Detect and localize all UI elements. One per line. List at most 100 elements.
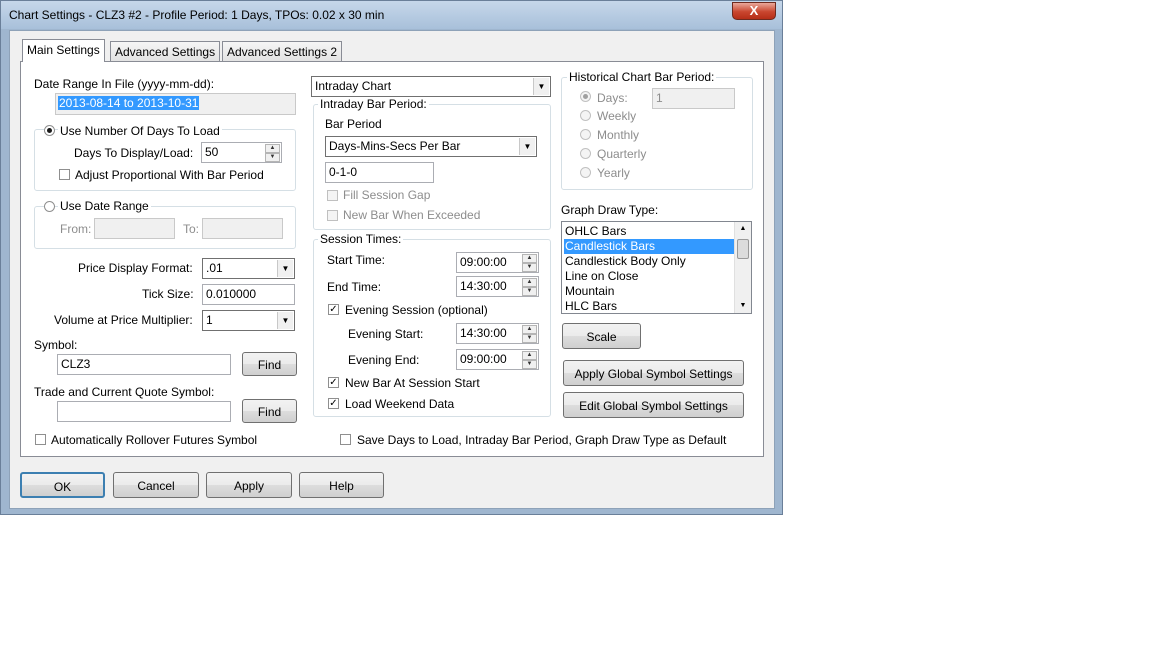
bar-period-input[interactable]: 0-1-0 (325, 162, 434, 183)
chevron-down-icon: ▼ (277, 260, 293, 277)
new-bar-session-start-label: New Bar At Session Start (345, 376, 480, 390)
scale-button[interactable]: Scale (562, 323, 641, 349)
use-days-radio[interactable] (44, 125, 55, 136)
historical-monthly-radio[interactable] (580, 129, 591, 140)
date-range-field[interactable]: 2013-08-14 to 2013-10-31 (55, 93, 296, 115)
adjust-proportional-label: Adjust Proportional With Bar Period (75, 168, 264, 182)
spin-up-icon[interactable]: ▲ (522, 278, 537, 287)
spin-up-icon[interactable]: ▲ (265, 144, 280, 153)
to-label: To: (183, 222, 200, 236)
end-time-input[interactable]: 14:30:00 ▲ ▼ (456, 276, 539, 297)
evening-start-input[interactable]: 14:30:00 ▲ ▼ (456, 323, 539, 344)
use-days-label: Use Number Of Days To Load (58, 124, 222, 138)
list-item[interactable]: OHLC Bars (564, 224, 737, 239)
scroll-down-icon[interactable]: ▼ (735, 299, 751, 313)
bar-period-type-select[interactable]: Days-Mins-Secs Per Bar ▼ (325, 136, 537, 157)
days-display-value: 50 (205, 145, 219, 159)
evening-start-label: Evening Start: (348, 327, 424, 341)
price-display-select[interactable]: .01 ▼ (202, 258, 295, 279)
spin-down-icon[interactable]: ▼ (522, 360, 537, 369)
evening-end-input[interactable]: 09:00:00 ▲ ▼ (456, 349, 539, 370)
historical-yearly-label: Yearly (597, 166, 630, 180)
list-item[interactable]: Candlestick Bars (564, 239, 737, 254)
apply-button[interactable]: Apply (206, 472, 292, 498)
tab-main-settings[interactable]: Main Settings (22, 39, 105, 62)
use-date-range-label: Use Date Range (58, 199, 151, 213)
tab-advanced-settings-2[interactable]: Advanced Settings 2 (222, 41, 343, 61)
chart-type-select[interactable]: Intraday Chart ▼ (311, 76, 551, 97)
scroll-thumb[interactable] (737, 239, 749, 259)
historical-days-label: Days: (597, 91, 628, 105)
historical-weekly-radio[interactable] (580, 110, 591, 121)
trade-symbol-input[interactable] (57, 401, 231, 422)
adjust-proportional-checkbox[interactable] (59, 169, 70, 180)
list-item[interactable]: HLC Bars (564, 299, 737, 314)
new-bar-exceeded-checkbox[interactable] (327, 210, 338, 221)
historical-monthly-label: Monthly (597, 128, 640, 142)
load-weekend-checkbox[interactable]: ✓ (328, 398, 339, 409)
tick-size-label: Tick Size: (142, 287, 194, 301)
list-item[interactable]: Mountain (564, 284, 737, 299)
start-time-input[interactable]: 09:00:00 ▲ ▼ (456, 252, 539, 273)
historical-days-value: 1 (656, 91, 663, 105)
historical-yearly-radio[interactable] (580, 167, 591, 178)
tick-size-input[interactable]: 0.010000 (202, 284, 295, 305)
bar-period-type-value: Days-Mins-Secs Per Bar (329, 139, 461, 153)
symbol-input[interactable]: CLZ3 (57, 354, 231, 375)
to-input[interactable] (202, 218, 283, 239)
trade-symbol-label: Trade and Current Quote Symbol: (34, 385, 215, 399)
graph-draw-label: Graph Draw Type: (561, 203, 659, 217)
end-time-value: 14:30:00 (460, 279, 507, 293)
list-scrollbar[interactable]: ▲ ▼ (734, 222, 751, 313)
vap-multiplier-value: 1 (206, 313, 213, 327)
trade-symbol-find-button[interactable]: Find (242, 399, 297, 423)
title-bar[interactable]: Chart Settings - CLZ3 #2 - Profile Perio… (1, 1, 782, 29)
apply-global-button[interactable]: Apply Global Symbol Settings (563, 360, 744, 386)
auto-rollover-checkbox[interactable] (35, 434, 46, 445)
historical-days-radio[interactable] (580, 91, 591, 102)
evening-start-value: 14:30:00 (460, 326, 507, 340)
vap-multiplier-label: Volume at Price Multiplier: (54, 313, 193, 327)
new-bar-exceeded-label: New Bar When Exceeded (343, 208, 481, 222)
fill-session-gap-label: Fill Session Gap (343, 188, 431, 202)
spin-down-icon[interactable]: ▼ (522, 287, 537, 296)
fill-session-gap-checkbox[interactable] (327, 190, 338, 201)
save-default-label: Save Days to Load, Intraday Bar Period, … (357, 433, 727, 447)
evening-session-checkbox[interactable]: ✓ (328, 304, 339, 315)
list-item[interactable]: Candlestick Body Only (564, 254, 737, 269)
price-display-label: Price Display Format: (78, 261, 193, 275)
cancel-button[interactable]: Cancel (113, 472, 199, 498)
days-display-input[interactable]: 50 ▲ ▼ (201, 142, 282, 163)
use-date-range-radio[interactable] (44, 201, 55, 212)
auto-rollover-label: Automatically Rollover Futures Symbol (51, 433, 258, 447)
historical-quarterly-label: Quarterly (597, 147, 647, 161)
list-item[interactable]: Line on Close (564, 269, 737, 284)
spin-down-icon[interactable]: ▼ (522, 334, 537, 343)
ok-button[interactable]: OK (20, 472, 105, 498)
spin-up-icon[interactable]: ▲ (522, 254, 537, 263)
from-input[interactable] (94, 218, 175, 239)
historical-days-input[interactable]: 1 (652, 88, 735, 109)
spin-up-icon[interactable]: ▲ (522, 351, 537, 360)
symbol-find-button[interactable]: Find (242, 352, 297, 376)
symbol-value: CLZ3 (61, 357, 91, 371)
graph-draw-list[interactable]: OHLC Bars Candlestick Bars Candlestick B… (561, 221, 752, 314)
scroll-up-icon[interactable]: ▲ (735, 222, 751, 236)
evening-end-value: 09:00:00 (460, 352, 507, 366)
load-weekend-label: Load Weekend Data (345, 397, 455, 411)
close-button[interactable]: X (732, 2, 776, 20)
spin-up-icon[interactable]: ▲ (522, 325, 537, 334)
vap-multiplier-select[interactable]: 1 ▼ (202, 310, 295, 331)
help-button[interactable]: Help (299, 472, 384, 498)
intraday-bar-period-label: Intraday Bar Period: (318, 97, 429, 111)
start-time-label: Start Time: (327, 253, 386, 267)
new-bar-session-start-checkbox[interactable]: ✓ (328, 377, 339, 388)
tab-advanced-settings[interactable]: Advanced Settings (110, 41, 221, 61)
spin-down-icon[interactable]: ▼ (265, 153, 280, 162)
spin-down-icon[interactable]: ▼ (522, 263, 537, 272)
evening-session-label: Evening Session (optional) (345, 303, 488, 317)
save-default-checkbox[interactable] (340, 434, 351, 445)
historical-quarterly-radio[interactable] (580, 148, 591, 159)
edit-global-button[interactable]: Edit Global Symbol Settings (563, 392, 744, 418)
from-label: From: (60, 222, 92, 236)
